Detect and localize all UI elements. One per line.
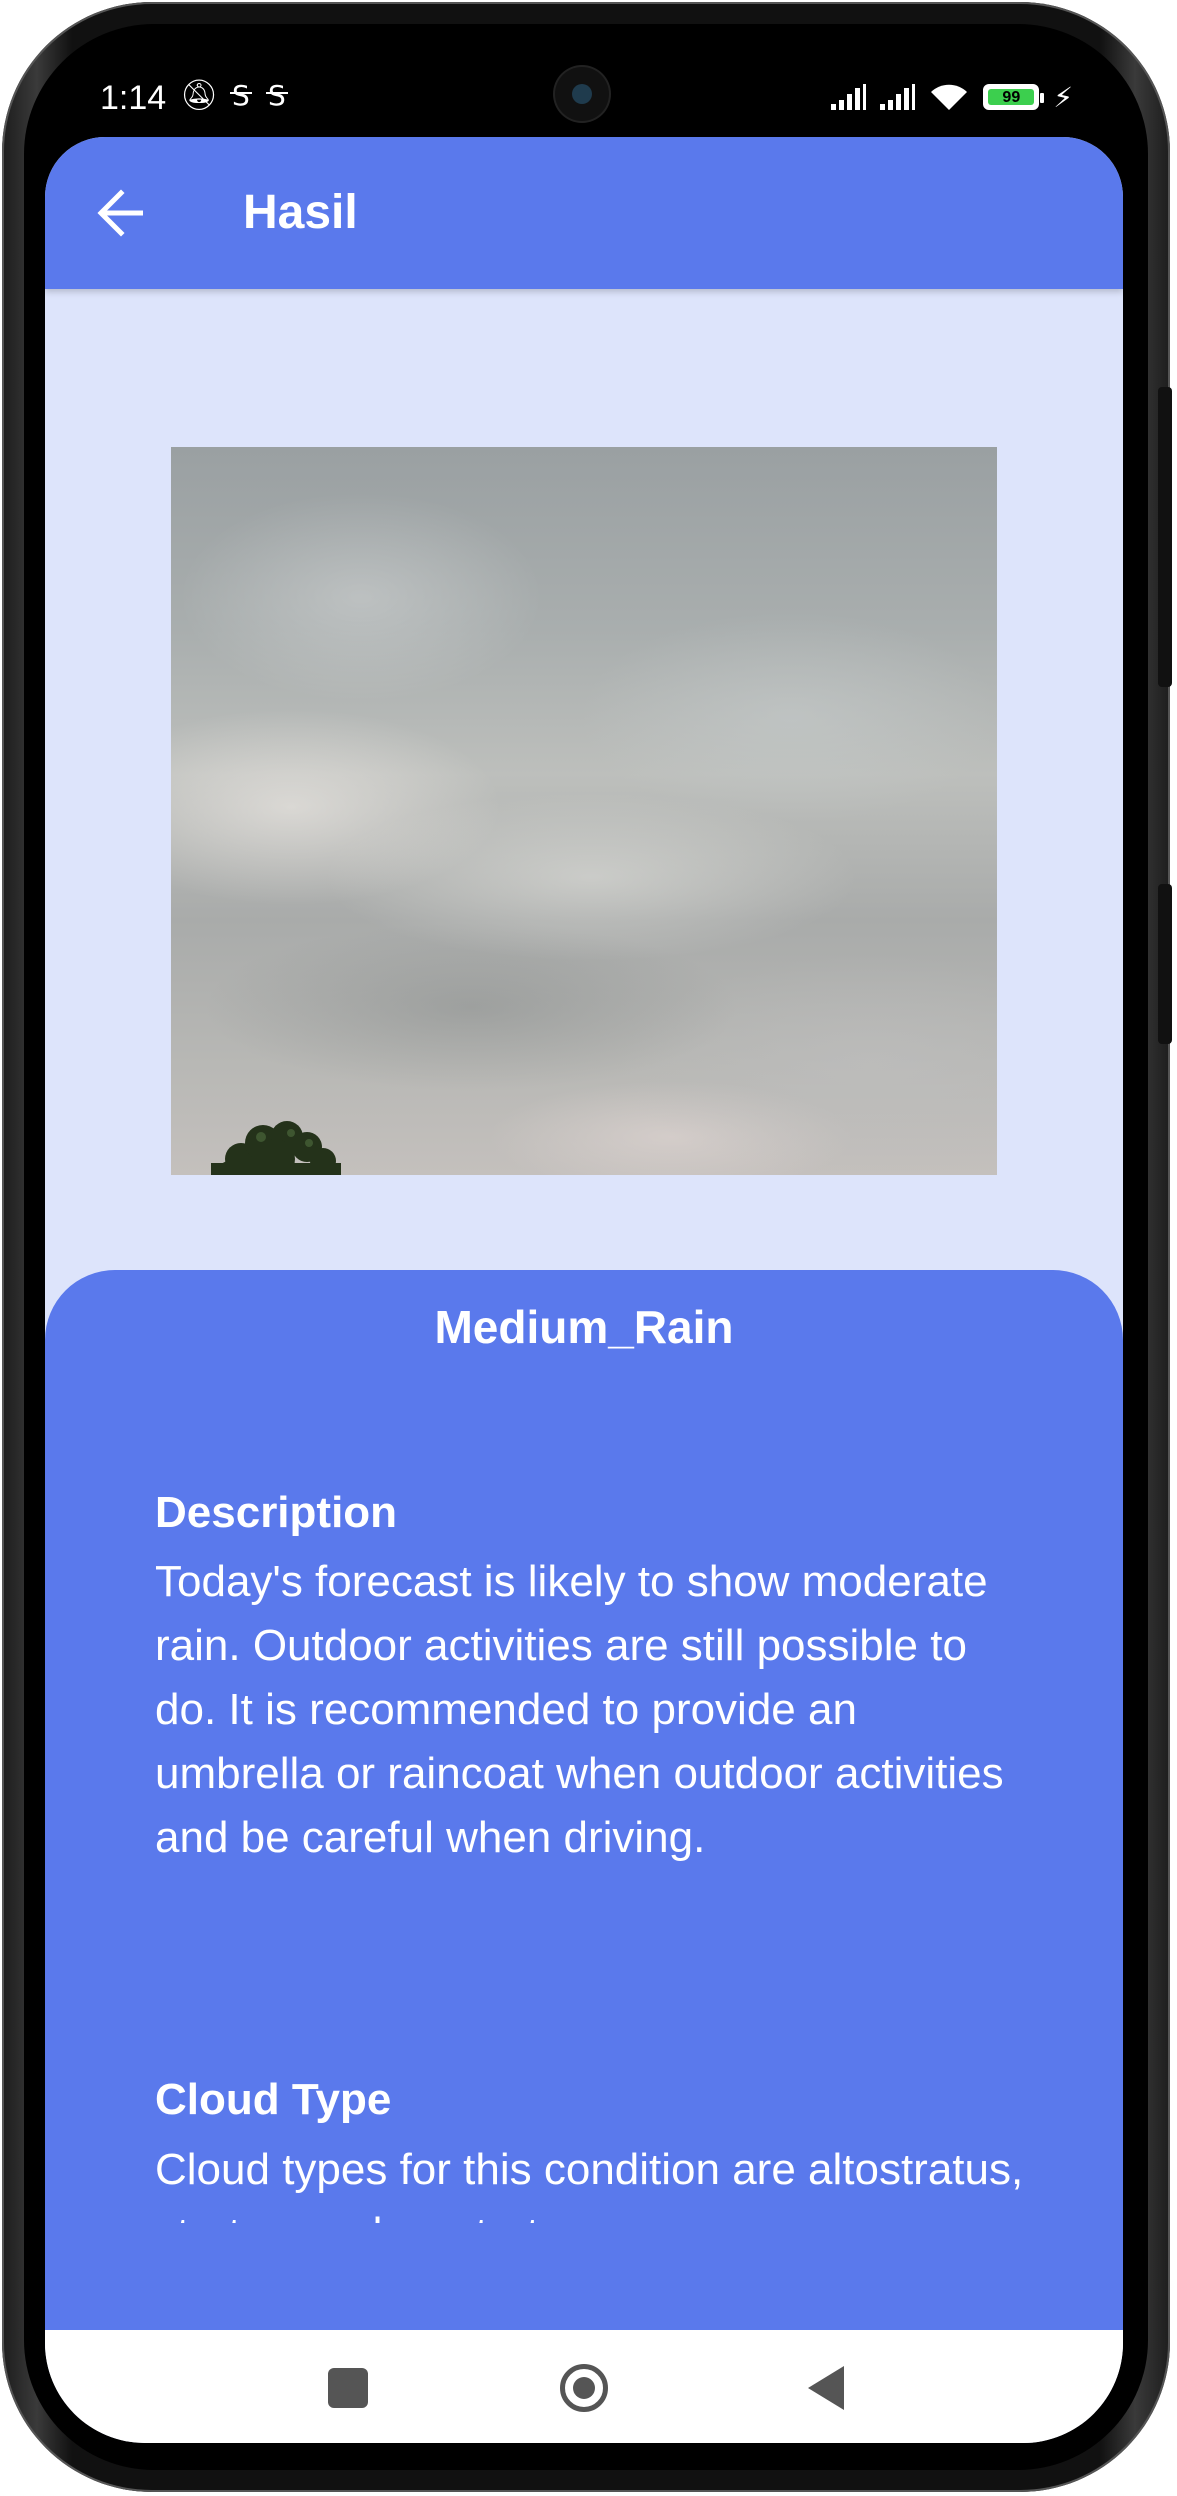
app-content: Hasil Medium_Rain Description Today's fo…: [45, 137, 1123, 2443]
status-right-icons: 99 ⚡︎: [831, 77, 1073, 117]
front-camera: [555, 67, 609, 121]
power-button: [1158, 884, 1172, 1044]
circle-icon: [560, 2364, 608, 2412]
square-icon: [328, 2368, 368, 2408]
svg-text:🔕︎: 🔕︎: [180, 78, 232, 111]
system-back-button[interactable]: [796, 2358, 856, 2418]
description-heading: Description: [155, 1488, 398, 1537]
page-title: Hasil: [243, 186, 358, 239]
signal-icon-2: [880, 84, 916, 110]
status-bar: 1:14 🔕︎ S S 99 ⚡︎: [45, 55, 1123, 137]
prediction-label: Medium_Rain: [434, 1301, 734, 1353]
battery-icon: 99: [983, 84, 1045, 110]
svg-text:S: S: [232, 79, 264, 111]
system-nav-bar: [45, 2330, 1123, 2443]
svg-text:S: S: [268, 79, 300, 111]
wifi-icon: [931, 84, 968, 110]
notification-icons: 🔕︎ S S: [180, 77, 300, 119]
cloud-type-heading: Cloud Type: [155, 2075, 392, 2124]
battery-level: 99: [988, 89, 1035, 106]
home-button[interactable]: [554, 2358, 614, 2418]
app-bar: Hasil: [45, 137, 1123, 289]
cloud-type-text: Cloud types for this condition are altos…: [155, 2145, 1024, 2223]
result-card: Medium_Rain Description Today's forecast…: [45, 1270, 1123, 2330]
recents-button[interactable]: [318, 2358, 378, 2418]
screen: 1:14 🔕︎ S S 99 ⚡︎ Hasil Medium_Rain Desc…: [45, 55, 1123, 2443]
description-text: Today's forecast is likely to show moder…: [155, 1557, 1004, 1862]
status-time: 1:14: [100, 79, 167, 117]
volume-button: [1158, 387, 1172, 687]
signal-icon-1: [831, 84, 867, 110]
tree-silhouette: [211, 1121, 341, 1175]
sky-photo: [171, 447, 997, 1175]
notification-icons-svg: 🔕︎ S S: [180, 78, 300, 113]
triangle-back-icon: [808, 2366, 844, 2410]
arrow-left-icon[interactable]: [95, 189, 147, 237]
charging-icon: ⚡︎: [1053, 81, 1073, 113]
